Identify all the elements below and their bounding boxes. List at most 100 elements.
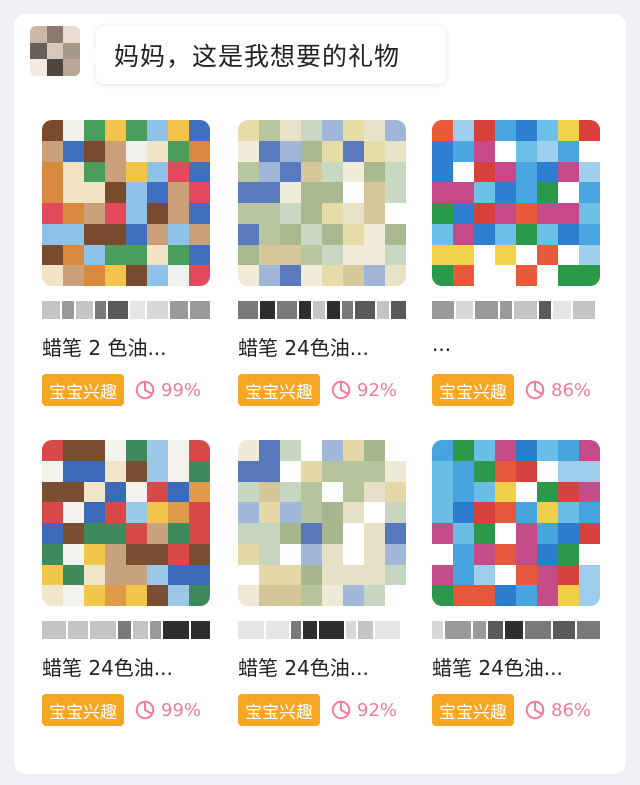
image-pixel bbox=[301, 460, 322, 482]
image-pixel bbox=[322, 265, 343, 286]
image-pixel bbox=[495, 585, 516, 606]
image-pixel bbox=[280, 502, 301, 523]
image-pixel bbox=[280, 161, 301, 183]
image-pixel bbox=[558, 502, 579, 523]
image-pixel bbox=[147, 223, 168, 245]
image-pixel bbox=[516, 440, 537, 461]
image-pixel bbox=[147, 585, 168, 606]
image-pixel bbox=[105, 440, 126, 461]
product-image[interactable] bbox=[238, 120, 406, 286]
product-card[interactable]: 蜡笔 24色油... 宝宝兴趣 86% bbox=[432, 440, 600, 730]
image-pixel bbox=[42, 182, 63, 203]
image-pixel bbox=[280, 223, 301, 245]
image-pixel bbox=[259, 502, 280, 523]
image-pixel bbox=[579, 502, 600, 523]
image-pixel bbox=[63, 161, 84, 183]
image-pixel bbox=[63, 543, 84, 565]
image-pixel bbox=[537, 523, 558, 544]
image-pixel bbox=[189, 523, 210, 544]
blurred-text-block bbox=[432, 301, 454, 319]
image-pixel bbox=[84, 140, 105, 162]
product-card[interactable]: 蜡笔 24色油... 宝宝兴趣 99% bbox=[42, 440, 210, 730]
product-title[interactable]: 蜡笔 24色油... bbox=[432, 652, 600, 681]
product-card[interactable]: 蜡笔 24色油... 宝宝兴趣 92% bbox=[238, 120, 406, 410]
product-title[interactable]: 蜡笔 24色油... bbox=[42, 652, 210, 681]
image-pixel bbox=[63, 460, 84, 482]
image-pixel bbox=[474, 203, 495, 224]
image-pixel bbox=[474, 502, 495, 523]
image-pixel bbox=[168, 523, 189, 544]
image-pixel bbox=[63, 502, 84, 523]
image-pixel bbox=[63, 203, 84, 224]
blurred-text-block bbox=[500, 301, 512, 319]
image-pixel bbox=[238, 481, 259, 503]
image-pixel bbox=[126, 203, 147, 224]
blurred-text-block bbox=[553, 301, 571, 319]
product-image[interactable] bbox=[432, 440, 600, 606]
image-pixel bbox=[322, 223, 343, 245]
image-pixel bbox=[126, 120, 147, 141]
image-pixel bbox=[537, 481, 558, 503]
image-pixel bbox=[259, 161, 280, 183]
image-pixel bbox=[385, 460, 406, 482]
blurred-text-block bbox=[488, 621, 503, 639]
product-image[interactable] bbox=[238, 440, 406, 606]
product-card[interactable]: 蜡笔 2 色油... 宝宝兴趣 99% bbox=[42, 120, 210, 410]
image-pixel bbox=[63, 564, 84, 586]
image-pixel bbox=[259, 460, 280, 482]
image-pixel bbox=[238, 543, 259, 565]
product-image[interactable] bbox=[42, 120, 210, 286]
avatar-pixel bbox=[30, 42, 47, 60]
image-pixel bbox=[495, 481, 516, 503]
image-pixel bbox=[495, 265, 516, 286]
product-image[interactable] bbox=[42, 440, 210, 606]
image-pixel bbox=[322, 564, 343, 586]
image-pixel bbox=[42, 440, 63, 461]
image-pixel bbox=[280, 564, 301, 586]
image-pixel bbox=[516, 140, 537, 162]
image-pixel bbox=[558, 585, 579, 606]
image-pixel bbox=[42, 120, 63, 141]
image-pixel bbox=[453, 543, 474, 565]
image-pixel bbox=[432, 481, 453, 503]
image-pixel bbox=[579, 585, 600, 606]
product-title[interactable]: 蜡笔 2 色油... bbox=[42, 332, 210, 361]
blurred-text-block bbox=[133, 621, 148, 639]
image-pixel bbox=[259, 140, 280, 162]
image-pixel bbox=[105, 223, 126, 245]
image-pixel bbox=[301, 502, 322, 523]
image-pixel bbox=[301, 203, 322, 224]
image-pixel bbox=[147, 523, 168, 544]
image-pixel bbox=[474, 182, 495, 203]
image-pixel bbox=[168, 223, 189, 245]
image-pixel bbox=[147, 460, 168, 482]
avatar[interactable] bbox=[30, 26, 80, 76]
product-title[interactable]: ... bbox=[432, 332, 600, 356]
image-pixel bbox=[280, 120, 301, 141]
interest-badge: 宝宝兴趣 bbox=[42, 374, 124, 406]
image-pixel bbox=[385, 120, 406, 141]
image-pixel bbox=[84, 523, 105, 544]
image-pixel bbox=[105, 140, 126, 162]
message-text: 妈妈，这是我想要的礼物 bbox=[114, 42, 401, 71]
product-card[interactable]: 蜡笔 24色油... 宝宝兴趣 92% bbox=[238, 440, 406, 730]
product-image[interactable] bbox=[432, 120, 600, 286]
image-pixel bbox=[322, 502, 343, 523]
product-card[interactable]: ... 宝宝兴趣 86% bbox=[432, 120, 600, 410]
blurred-text-block bbox=[445, 621, 471, 639]
image-pixel bbox=[495, 502, 516, 523]
image-pixel bbox=[42, 585, 63, 606]
avatar-pixel bbox=[46, 42, 64, 60]
pie-chart-icon bbox=[331, 700, 351, 720]
image-pixel bbox=[495, 223, 516, 245]
image-pixel bbox=[280, 203, 301, 224]
image-pixel bbox=[474, 460, 495, 482]
product-title[interactable]: 蜡笔 24色油... bbox=[238, 332, 406, 361]
product-title-blurred bbox=[238, 618, 406, 642]
image-pixel bbox=[474, 440, 495, 461]
image-pixel bbox=[495, 460, 516, 482]
product-title[interactable]: 蜡笔 24色油... bbox=[238, 652, 406, 681]
image-pixel bbox=[453, 203, 474, 224]
image-pixel bbox=[579, 244, 600, 266]
image-pixel bbox=[126, 140, 147, 162]
